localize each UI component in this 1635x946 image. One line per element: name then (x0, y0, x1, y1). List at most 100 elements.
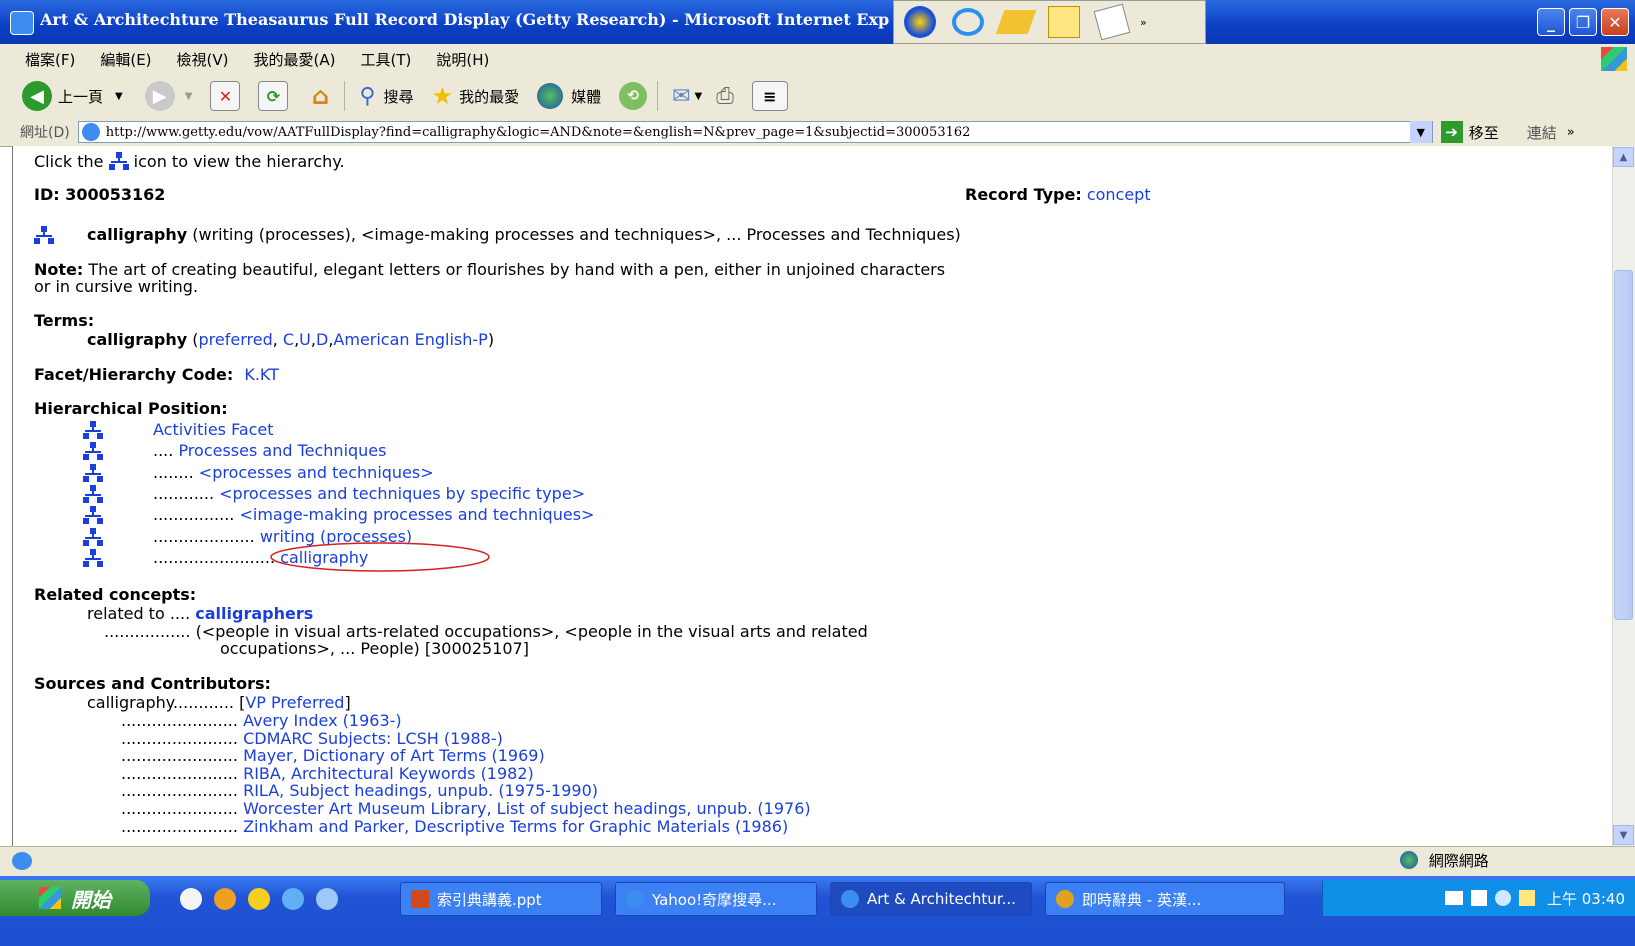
media-player-icon[interactable] (898, 3, 942, 41)
source-link[interactable]: CDMARC Subjects: LCSH (1988-) (243, 729, 503, 748)
toolbar-divider (344, 81, 346, 111)
menu-view[interactable]: 檢視(V) (177, 49, 229, 70)
task-ppt[interactable]: 索引典講義.ppt (400, 882, 602, 916)
term-flag-link[interactable]: American English-P (333, 330, 487, 349)
hierarchy-link[interactable]: <processes and techniques> (199, 463, 434, 482)
hierarchy-link[interactable]: Activities Facet (153, 420, 274, 439)
source-link[interactable]: Mayer, Dictionary of Art Terms (1969) (243, 746, 545, 765)
edit-page-button[interactable]: ≡ (751, 81, 788, 111)
favorites-button[interactable]: ★ 我的最愛 (432, 82, 520, 110)
address-dropdown-icon[interactable]: ▼ (1409, 121, 1432, 143)
related-term-link[interactable]: calligraphers (195, 604, 313, 623)
term-flag-link[interactable]: U (299, 330, 311, 349)
print-button[interactable]: ⎙ (716, 84, 734, 109)
app-quick-icon[interactable] (994, 3, 1038, 41)
source-dots: ....................... (121, 763, 238, 783)
term-flag-link[interactable]: D (316, 330, 328, 349)
hierarchy-icon[interactable] (83, 548, 103, 569)
player-icon[interactable] (248, 888, 270, 910)
scrollbar-thumb[interactable] (1614, 270, 1633, 620)
mail-dropdown-icon[interactable]: ▼ (695, 91, 703, 102)
task-dictionary-label: 即時辭典 - 英漢... (1082, 890, 1202, 909)
media-button[interactable]: 媒體 (537, 83, 601, 109)
source-link[interactable]: RILA, Subject headings, unpub. (1975-199… (243, 781, 598, 800)
menu-file[interactable]: 檔案(F) (25, 49, 75, 70)
hierarchy-icon[interactable] (83, 442, 103, 462)
close-button[interactable]: ✕ (1601, 8, 1629, 36)
media-player-icon[interactable] (214, 888, 236, 910)
hierarchy-icon[interactable] (83, 421, 103, 441)
menu-edit[interactable]: 編輯(E) (100, 49, 151, 70)
go-arrow-icon: ➔ (1440, 121, 1463, 143)
source-row: ....................... RILA, Subject he… (121, 782, 598, 800)
quick-launch-overlay: » (893, 0, 1206, 44)
task-aat[interactable]: Art & Architechtur... (830, 882, 1032, 916)
edit-quick-icon[interactable] (1090, 3, 1134, 41)
hierarchy-row: Activities Facet (153, 421, 274, 439)
source-row: ....................... CDMARC Subjects:… (121, 729, 503, 748)
scroll-down-icon[interactable]: ▼ (1613, 825, 1634, 845)
source-link[interactable]: Avery Index (1963-) (243, 711, 402, 730)
task-yahoo[interactable]: Yahoo!奇摩搜尋... (615, 882, 817, 916)
ie-app-icon[interactable] (10, 11, 34, 35)
messenger-icon[interactable] (180, 888, 202, 910)
term-flag-link[interactable]: preferred (199, 330, 273, 349)
toolbar-divider-2 (657, 81, 659, 111)
term-flag-link[interactable]: C (283, 330, 294, 349)
address-url[interactable]: http://www.getty.edu/vow/AATFullDisplay?… (106, 125, 971, 140)
ie-quick-icon[interactable] (946, 3, 990, 41)
browser-icon[interactable] (282, 888, 304, 910)
mail-button[interactable]: ✉ ▼ (672, 84, 702, 109)
go-button[interactable]: ➔ 移至 (1440, 121, 1499, 143)
refresh-button[interactable]: ⟳ (258, 81, 289, 111)
task-dictionary[interactable]: 即時辭典 - 英漢... (1045, 882, 1285, 916)
minimize-button[interactable]: _ (1537, 8, 1565, 36)
hierarchy-icon[interactable] (83, 484, 103, 505)
help-icon[interactable] (1471, 890, 1487, 906)
hierarchy-icon[interactable] (83, 463, 103, 484)
hierarchy-link[interactable]: <processes and techniques by specific ty… (219, 484, 585, 503)
restore-button[interactable]: ❐ (1569, 8, 1597, 36)
start-label: 開始 (71, 887, 111, 912)
menu-tools[interactable]: 工具(T) (360, 49, 411, 70)
desktop-icon[interactable] (316, 888, 338, 910)
source-link[interactable]: Zinkham and Parker, Descriptive Terms fo… (243, 817, 788, 836)
hierarchy-icon[interactable] (83, 506, 103, 526)
record-type-link[interactable]: concept (1087, 185, 1151, 204)
source-pref-close: ] (344, 693, 351, 712)
forward-dropdown-icon[interactable]: ▼ (185, 91, 193, 102)
start-button[interactable]: 開始 (0, 880, 150, 916)
address-label: 網址(D) (20, 125, 70, 141)
keyboard-icon[interactable] (1445, 891, 1463, 905)
menu-favorites[interactable]: 我的最愛(A) (254, 49, 336, 70)
source-link[interactable]: RIBA, Architectural Keywords (1982) (243, 764, 534, 783)
hierarchy-icon[interactable] (34, 226, 54, 246)
back-button[interactable]: ◀ 上一頁 ▼ (22, 81, 123, 111)
source-link[interactable]: Worcester Art Museum Library, List of su… (243, 799, 811, 818)
system-tray: 上午 03:40 (1322, 880, 1635, 916)
links-overflow-icon[interactable]: » (1567, 125, 1575, 140)
stop-button[interactable]: ✕ (210, 81, 241, 111)
source-preferred-link[interactable]: VP Preferred (245, 693, 344, 712)
menu-help[interactable]: 說明(H) (436, 49, 489, 70)
links-button[interactable]: 連結 (1527, 122, 1557, 143)
highlight-ellipse (270, 542, 490, 572)
window-title-bar[interactable]: Art & Architechture Theasaurus Full Reco… (0, 0, 1635, 44)
source-dots: ....................... (121, 781, 238, 801)
hierarchy-icon[interactable] (83, 527, 103, 548)
overflow-chevron-icon[interactable]: » (1140, 16, 1147, 29)
tray-app-icon[interactable] (1519, 890, 1535, 906)
facet-code-link[interactable]: K.KT (244, 365, 279, 384)
scroll-up-icon[interactable]: ▲ (1613, 147, 1634, 167)
forward-button[interactable]: ▶ ▼ (144, 81, 193, 111)
back-dropdown-icon[interactable]: ▼ (115, 91, 123, 102)
search-button[interactable]: ⚲ 搜尋 (359, 84, 413, 109)
address-field[interactable]: http://www.getty.edu/vow/AATFullDisplay?… (77, 121, 1433, 143)
home-button[interactable]: ⌂ (306, 82, 334, 110)
hierarchy-link[interactable]: <image-making processes and techniques> (239, 505, 594, 524)
notes-quick-icon[interactable] (1042, 3, 1086, 41)
network-icon[interactable] (1495, 890, 1511, 906)
hierarchy-link[interactable]: Processes and Techniques (178, 441, 386, 460)
ie-icon (841, 890, 859, 908)
history-button[interactable]: ⟲ (619, 82, 648, 110)
